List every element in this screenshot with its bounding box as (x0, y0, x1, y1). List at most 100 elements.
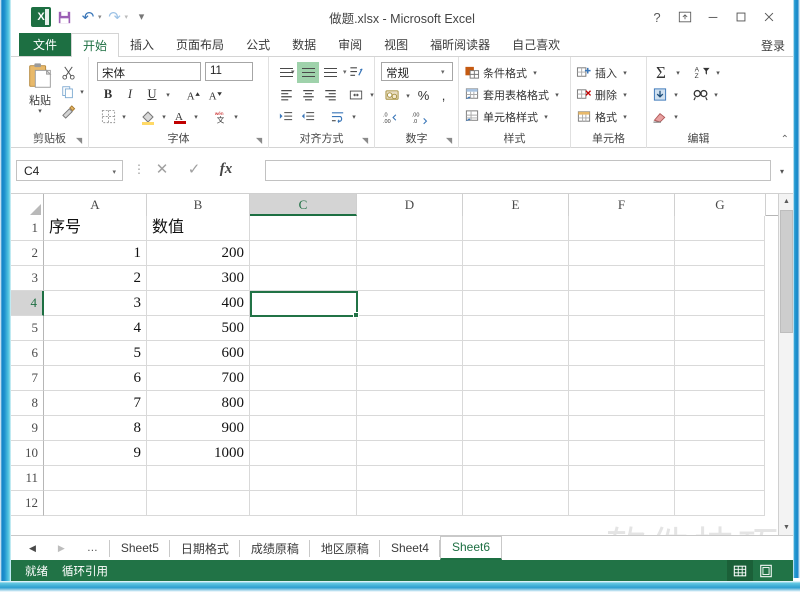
tab-data[interactable]: 数据 (281, 33, 327, 57)
conditional-formatting-dropdown-icon[interactable]: ▾ (530, 69, 540, 77)
sheet-tab-grades[interactable]: 成绩原稿 (240, 536, 310, 560)
cell-b4[interactable]: 400 (147, 291, 250, 316)
number-dialog-launcher-icon[interactable]: ◥ (446, 136, 455, 145)
grid-cell[interactable] (463, 266, 569, 291)
find-select-dropdown-icon[interactable]: ▾ (711, 91, 721, 99)
row-header-8[interactable]: 8 (11, 391, 44, 416)
fill-color-icon[interactable] (137, 106, 159, 127)
confirm-icon[interactable]: ✓ (185, 160, 203, 178)
borders-icon[interactable] (97, 106, 119, 127)
grid-cell[interactable] (569, 341, 675, 366)
grid-cell[interactable] (250, 216, 357, 241)
cell-a1[interactable]: 序号 (44, 216, 147, 241)
grid-cell[interactable] (357, 216, 463, 241)
scroll-down-icon[interactable]: ▼ (779, 520, 793, 535)
minimize-icon[interactable] (699, 6, 727, 28)
tab-review[interactable]: 审阅 (327, 33, 373, 57)
row-header-6[interactable]: 6 (11, 341, 44, 366)
grid-cell[interactable] (463, 241, 569, 266)
grid-cell[interactable] (569, 416, 675, 441)
grid-cell[interactable] (357, 291, 463, 316)
number-format-dropdown-icon[interactable]: ▾ (441, 68, 455, 76)
grid-cell[interactable] (250, 266, 357, 291)
grid-cell[interactable] (250, 441, 357, 466)
italic-button[interactable]: I (119, 84, 141, 105)
grid-cell[interactable] (569, 241, 675, 266)
copy-icon[interactable]: ▾ (61, 82, 87, 102)
scrollbar-thumb[interactable] (780, 210, 793, 333)
tab-custom[interactable]: 自己喜欢 (501, 33, 571, 57)
grid-cell[interactable] (357, 441, 463, 466)
font-color-dropdown-icon[interactable]: ▾ (191, 113, 201, 121)
grid-cell[interactable] (463, 391, 569, 416)
column-header-f[interactable]: F (569, 194, 675, 216)
find-and-select-icon[interactable] (692, 87, 708, 102)
tab-page-layout[interactable]: 页面布局 (165, 33, 235, 57)
grid-cell[interactable] (463, 216, 569, 241)
grid-cell[interactable] (463, 291, 569, 316)
grid-cell[interactable] (357, 491, 463, 516)
accounting-dropdown-icon[interactable]: ▾ (403, 92, 413, 100)
spreadsheet-grid[interactable]: A B C D E F G 1 2 3 4 5 6 7 8 9 10 11 12… (11, 194, 793, 535)
grid-cell[interactable] (250, 316, 357, 341)
paste-button[interactable]: 粘贴 ▾ (19, 61, 61, 115)
name-box-dropdown-icon[interactable]: ▾ (112, 168, 116, 176)
grid-cell[interactable] (569, 466, 675, 491)
comma-style-button[interactable]: , (434, 85, 453, 106)
increase-decimal-icon[interactable]: .0.00 (381, 107, 407, 128)
tab-foxit-reader[interactable]: 福昕阅读器 (419, 33, 501, 57)
align-middle-icon[interactable] (297, 62, 319, 83)
grid-cell[interactable] (569, 391, 675, 416)
grid-cell[interactable] (44, 466, 147, 491)
decrease-indent-icon[interactable] (275, 106, 297, 127)
ribbon-display-options-icon[interactable] (671, 6, 699, 28)
fill-dropdown-icon[interactable]: ▾ (671, 91, 681, 99)
grid-cell[interactable] (357, 416, 463, 441)
delete-cells-dropdown-icon[interactable]: ▾ (620, 91, 630, 99)
cell-a5[interactable]: 4 (44, 316, 147, 341)
grid-cell[interactable] (675, 416, 765, 441)
grid-cell[interactable] (357, 341, 463, 366)
borders-dropdown-icon[interactable]: ▾ (119, 113, 129, 121)
question-mark-icon[interactable]: ? (643, 6, 671, 28)
grid-cell[interactable] (357, 316, 463, 341)
grid-cell[interactable] (569, 441, 675, 466)
grid-cell[interactable] (250, 466, 357, 491)
cell-b1[interactable]: 数值 (147, 216, 250, 241)
column-header-e[interactable]: E (463, 194, 569, 216)
cell-b5[interactable]: 500 (147, 316, 250, 341)
grid-cell[interactable] (569, 316, 675, 341)
sort-and-filter-icon[interactable]: AZ (694, 65, 710, 80)
grid-cell[interactable] (250, 241, 357, 266)
grid-cell[interactable] (569, 216, 675, 241)
format-as-table-dropdown-icon[interactable]: ▾ (552, 91, 562, 99)
grid-cell[interactable] (250, 391, 357, 416)
grid-cell[interactable] (569, 291, 675, 316)
row-header-4[interactable]: 4 (11, 291, 44, 316)
tab-home[interactable]: 开始 (71, 33, 120, 57)
column-header-d[interactable]: D (357, 194, 463, 216)
grow-font-icon[interactable]: A (183, 84, 205, 105)
autosum-button[interactable]: Σ (652, 63, 670, 83)
column-header-b[interactable]: B (147, 194, 250, 216)
close-icon[interactable] (755, 6, 783, 28)
sheet-tab-regions[interactable]: 地区原稿 (310, 536, 380, 560)
collapse-ribbon-icon[interactable]: ⌃ (781, 134, 789, 145)
alignment-dialog-launcher-icon[interactable]: ◥ (362, 136, 371, 145)
cell-b8[interactable]: 800 (147, 391, 250, 416)
scroll-up-icon[interactable]: ▲ (779, 194, 793, 209)
select-all-button[interactable] (11, 194, 44, 216)
tab-view[interactable]: 视图 (373, 33, 419, 57)
sort-filter-dropdown-icon[interactable]: ▾ (713, 69, 723, 77)
grid-cell[interactable] (463, 366, 569, 391)
grid-cell[interactable] (357, 366, 463, 391)
clipboard-dialog-launcher-icon[interactable]: ◥ (76, 136, 85, 145)
grid-cell[interactable] (250, 416, 357, 441)
row-header-1[interactable]: 1 (11, 216, 44, 241)
row-header-12[interactable]: 12 (11, 491, 44, 516)
cell-a3[interactable]: 2 (44, 266, 147, 291)
tab-insert[interactable]: 插入 (119, 33, 165, 57)
underline-button[interactable]: U (141, 84, 163, 105)
row-header-10[interactable]: 10 (11, 441, 44, 466)
grid-cell[interactable] (250, 291, 357, 316)
